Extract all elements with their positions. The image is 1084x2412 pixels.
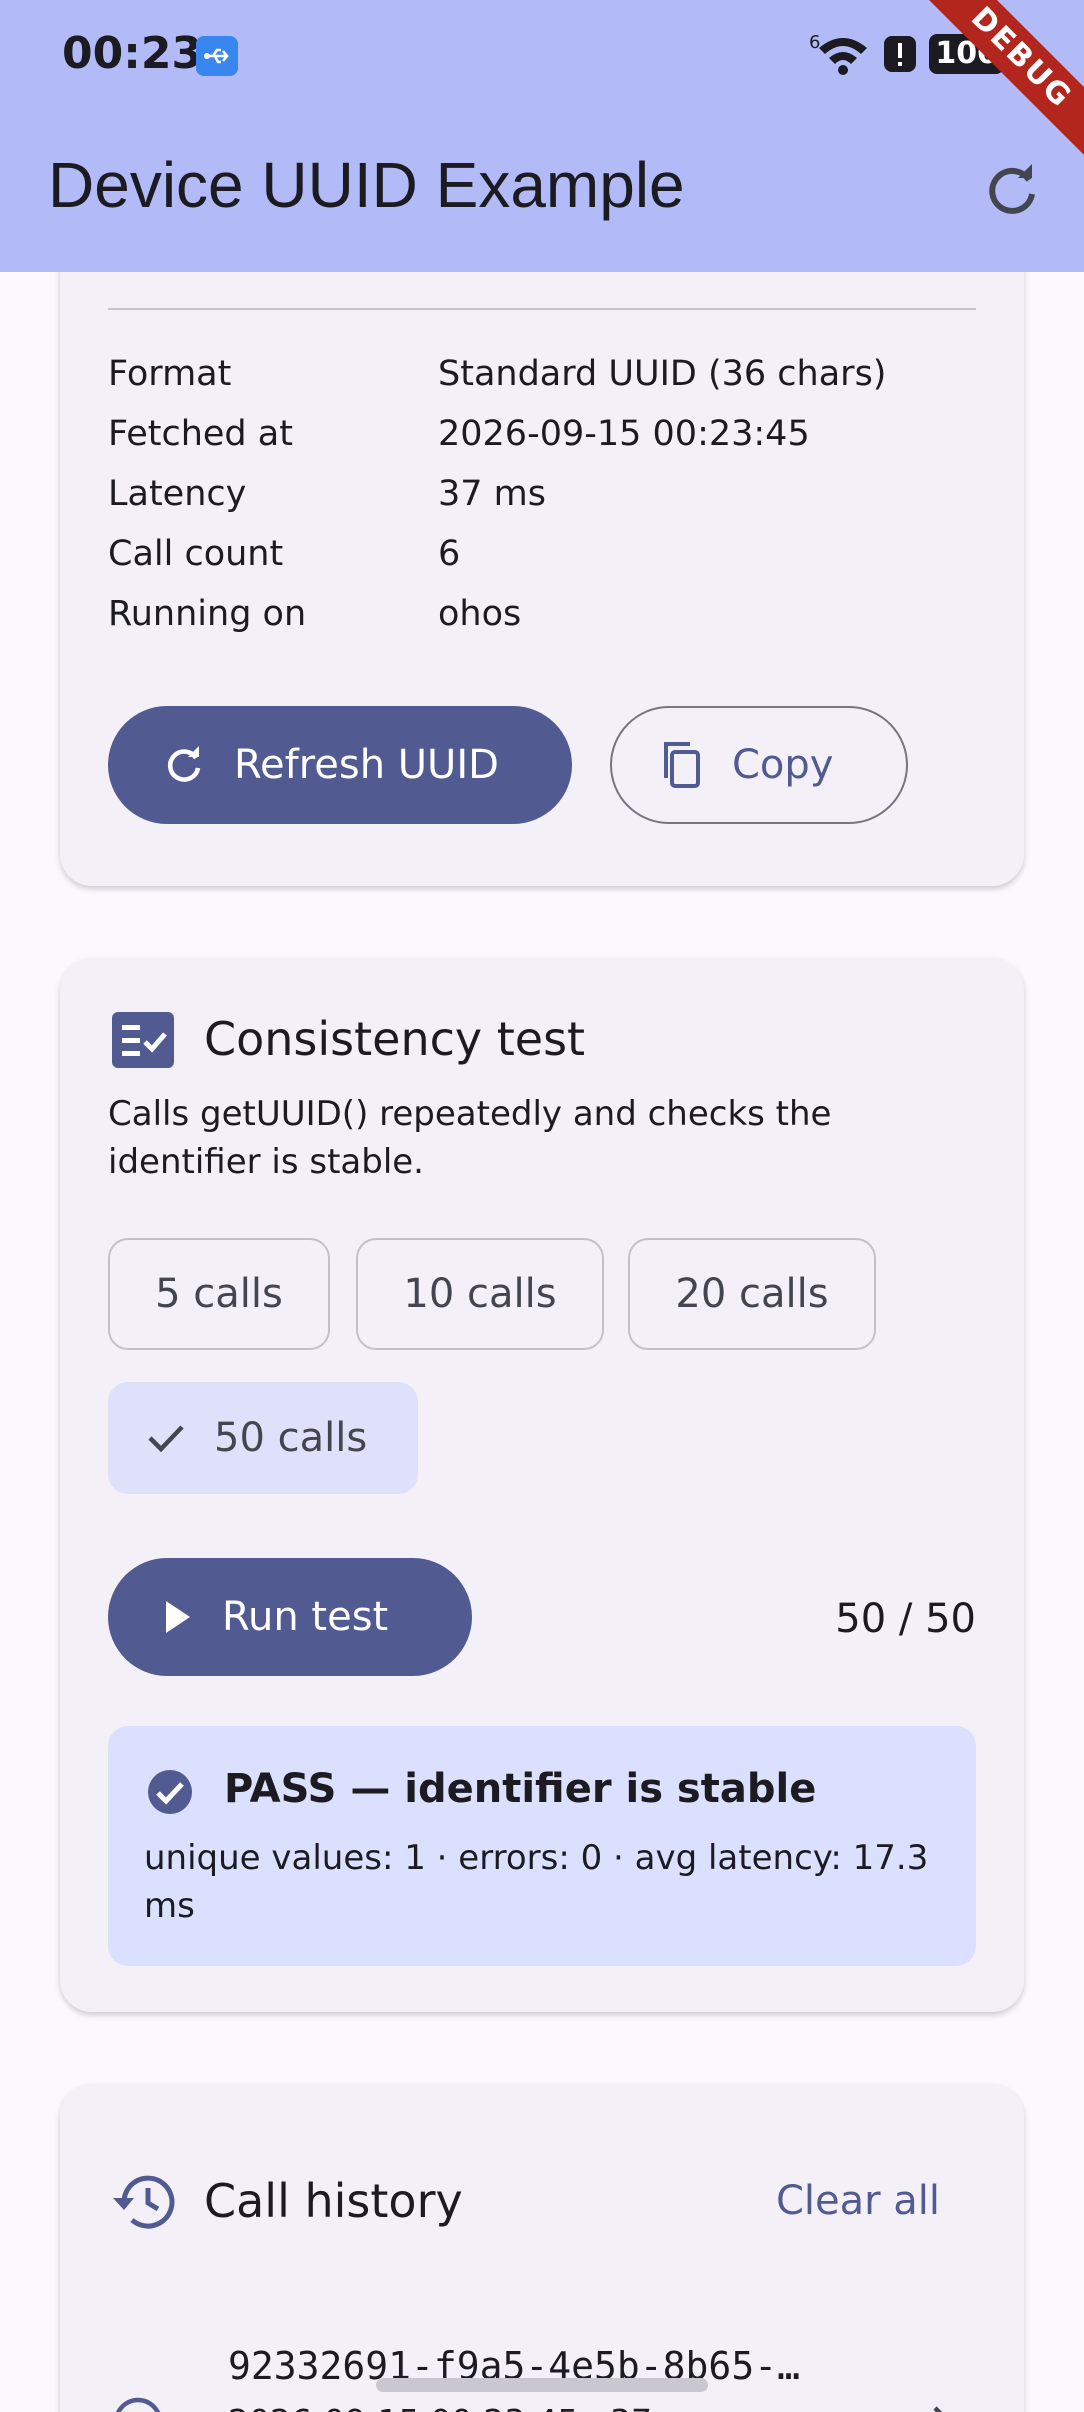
status-bar: 00:23 6 100 (0, 0, 1084, 110)
chip-label: 20 calls (675, 1271, 829, 1317)
status-time: 00:23 (62, 28, 203, 79)
result-title: PASS — identifier is stable (224, 1766, 817, 1812)
history-meta: 2026-09-15 00:23:45 · 37 ms (228, 2402, 712, 2412)
copy-icon (664, 742, 700, 788)
consistency-description: Calls getUUID() repeatedly and checks th… (108, 1094, 832, 1182)
divider (108, 308, 976, 310)
info-key: Call count (108, 534, 284, 574)
info-value: ohos (438, 594, 522, 634)
check-icon (148, 1425, 184, 1453)
chip-10-calls[interactable]: 10 calls (356, 1238, 604, 1350)
play-icon (166, 1601, 190, 1633)
chip-50-calls[interactable]: 50 calls (108, 1382, 418, 1494)
consistency-title: Consistency test (204, 1012, 586, 1066)
clear-all-button[interactable]: Clear all (776, 2178, 940, 2224)
history-title: Call history (204, 2174, 463, 2228)
info-key: Running on (108, 594, 307, 634)
result-detail: unique values: 1 · errors: 0 · avg laten… (144, 1838, 929, 1926)
chip-label: 10 calls (403, 1271, 557, 1317)
run-test-label: Run test (222, 1594, 389, 1640)
chevron-right-icon (933, 2406, 943, 2412)
info-key: Format (108, 354, 232, 394)
alert-icon (884, 36, 917, 72)
run-test-button[interactable]: Run test (108, 1558, 472, 1676)
refresh-uuid-label: Refresh UUID (234, 742, 499, 788)
uuid-card: Format Standard UUID (36 chars) Fetched … (60, 200, 1024, 886)
chip-label: 5 calls (155, 1271, 283, 1317)
info-value: 6 (438, 534, 461, 574)
test-progress: 50 / 50 (835, 1596, 976, 1642)
wifi-icon: 6 (809, 32, 868, 75)
info-value: 2026-09-15 00:23:45 (438, 414, 810, 454)
history-card: Call history Clear all 92332691-f9a5-4e5… (60, 2084, 1024, 2412)
copy-label: Copy (732, 742, 834, 788)
page-title: Device UUID Example (48, 149, 685, 221)
signal-label: 6 (809, 32, 820, 53)
history-icon (113, 2175, 175, 2229)
chip-5-calls[interactable]: 5 calls (108, 1238, 330, 1350)
info-key: Fetched at (108, 414, 293, 454)
app-bar: Device UUID Example (0, 110, 1084, 272)
chip-label: 50 calls (214, 1415, 368, 1461)
check-circle-outline-icon (115, 2397, 161, 2412)
refresh-uuid-button[interactable]: Refresh UUID (108, 706, 572, 824)
consistency-card: Consistency test Calls getUUID() repeate… (60, 958, 1024, 2012)
info-key: Latency (108, 474, 247, 514)
refresh-icon (168, 746, 201, 782)
copy-button[interactable]: Copy (610, 706, 908, 824)
checklist-icon (112, 1012, 174, 1068)
info-value: Standard UUID (36 chars) (438, 354, 887, 394)
result-panel: PASS — identifier is stable unique value… (108, 1726, 976, 1966)
chip-20-calls[interactable]: 20 calls (628, 1238, 876, 1350)
check-circle-icon (148, 1770, 192, 1814)
usb-icon (196, 36, 238, 76)
refresh-icon (989, 164, 1035, 214)
info-value: 37 ms (438, 474, 546, 514)
refresh-action-button[interactable] (980, 158, 1044, 222)
home-indicator[interactable] (376, 2378, 708, 2392)
